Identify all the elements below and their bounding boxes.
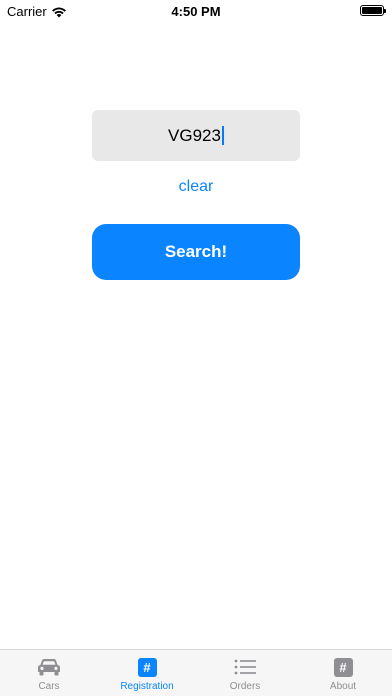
hash-icon: # — [137, 657, 157, 677]
tab-registration[interactable]: # Registration — [98, 650, 196, 696]
tab-registration-label: Registration — [120, 681, 174, 692]
tab-about-label: About — [329, 681, 357, 692]
registration-input[interactable]: VG923 — [92, 110, 300, 161]
tab-orders[interactable]: Orders — [196, 650, 294, 696]
clear-button[interactable]: clear — [0, 178, 392, 196]
registration-input-value: VG923 — [168, 125, 221, 145]
hash-icon: # — [333, 657, 353, 677]
text-cursor — [221, 126, 224, 145]
status-time: 4:50 PM — [171, 4, 221, 19]
tab-cars-label: Cars — [38, 681, 60, 692]
tab-bar: Cars # Registration Orders # About — [0, 649, 392, 696]
battery-icon — [360, 5, 386, 16]
car-icon — [38, 659, 60, 676]
tab-about[interactable]: # About — [294, 650, 392, 696]
tab-cars[interactable]: Cars — [0, 650, 98, 696]
status-bar: Carrier 4:50 PM — [0, 0, 392, 22]
tab-orders-label: Orders — [229, 681, 261, 692]
search-button[interactable]: Search! — [92, 224, 300, 280]
list-icon — [234, 659, 256, 675]
